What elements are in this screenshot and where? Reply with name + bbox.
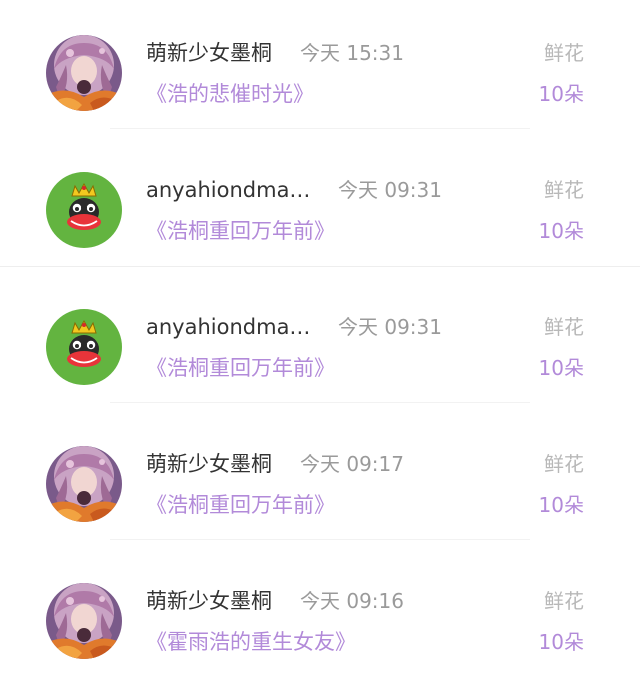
list-item[interactable]: anyahiondma… 今天 09:31 《浩桐重回万年前》 鲜花 10朵 [0, 137, 640, 274]
sender-name[interactable]: 萌新少女墨桐 [146, 449, 272, 479]
book-title[interactable]: 《浩桐重回万年前》 [146, 216, 335, 246]
sender-name[interactable]: anyahiondma… [146, 175, 310, 205]
row-divider [110, 539, 530, 540]
book-title[interactable]: 《霍雨浩的重生女友》 [146, 627, 356, 657]
gift-type: 鲜花 [544, 178, 584, 202]
crowned-monkey-avatar[interactable] [46, 309, 122, 385]
crowned-monkey-avatar[interactable] [46, 172, 122, 248]
gift-count: 10朵 [538, 630, 584, 654]
anime-girl-avatar[interactable] [46, 446, 122, 522]
book-title[interactable]: 《浩桐重回万年前》 [146, 490, 335, 520]
row-divider [110, 128, 530, 129]
book-title[interactable]: 《浩桐重回万年前》 [146, 353, 335, 383]
book-title[interactable]: 《浩的悲催时光》 [146, 79, 314, 109]
gift-type: 鲜花 [544, 452, 584, 476]
gift-count: 10朵 [538, 82, 584, 106]
gift-time: 今天 09:17 [300, 452, 404, 476]
gift-type: 鲜花 [544, 589, 584, 613]
gift-time: 今天 09:31 [338, 178, 442, 202]
gift-count: 10朵 [538, 493, 584, 517]
list-item[interactable]: anyahiondma… 今天 09:31 《浩桐重回万年前》 鲜花 10朵 [0, 274, 640, 411]
row-divider [110, 402, 530, 403]
gift-time: 今天 15:31 [300, 41, 404, 65]
gift-type: 鲜花 [544, 315, 584, 339]
gift-time: 今天 09:31 [338, 315, 442, 339]
row-divider [0, 266, 640, 267]
gift-type: 鲜花 [544, 41, 584, 65]
gift-count: 10朵 [538, 219, 584, 243]
list-item[interactable]: 萌新少女墨桐 今天 15:31 《浩的悲催时光》 鲜花 10朵 [0, 0, 640, 137]
gift-count: 10朵 [538, 356, 584, 380]
anime-girl-avatar[interactable] [46, 583, 122, 659]
sender-name[interactable]: 萌新少女墨桐 [146, 38, 272, 68]
list-item[interactable]: 萌新少女墨桐 今天 09:16 《霍雨浩的重生女友》 鲜花 10朵 [0, 548, 640, 685]
list-item[interactable]: 萌新少女墨桐 今天 09:17 《浩桐重回万年前》 鲜花 10朵 [0, 411, 640, 548]
gift-time: 今天 09:16 [300, 589, 404, 613]
sender-name[interactable]: 萌新少女墨桐 [146, 586, 272, 616]
sender-name[interactable]: anyahiondma… [146, 312, 310, 342]
gift-record-list: 萌新少女墨桐 今天 15:31 《浩的悲催时光》 鲜花 10朵 anyahion… [0, 0, 640, 678]
anime-girl-avatar[interactable] [46, 35, 122, 111]
